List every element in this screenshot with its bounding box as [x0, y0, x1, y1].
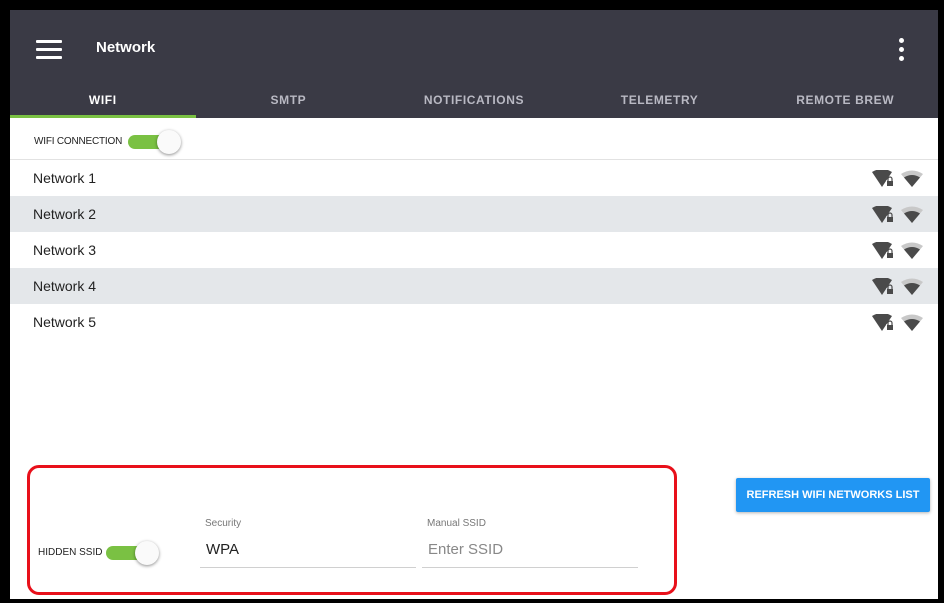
toggle-knob [157, 130, 181, 154]
tab-notifications[interactable]: NOTIFICATIONS [381, 85, 567, 118]
wifi-lock-icon [872, 278, 894, 295]
manual-ssid-input[interactable] [422, 533, 638, 568]
wifi-signal-icon [901, 206, 923, 223]
network-row[interactable]: Network 2 [10, 196, 938, 232]
security-label: Security [205, 518, 242, 529]
network-list: Network 1 Network 2 Network 3 Network 4 … [10, 160, 938, 340]
network-row[interactable]: Network 1 [10, 160, 938, 196]
wifi-lock-icon [872, 314, 894, 331]
network-row[interactable]: Network 5 [10, 304, 938, 340]
toggle-knob [135, 541, 159, 565]
wifi-signal-icon [901, 314, 923, 331]
security-input[interactable] [200, 533, 416, 568]
app-window: Network WIFI SMTP NOTIFICATIONS TELEMETR… [0, 0, 944, 603]
page-title: Network [96, 39, 156, 56]
wifi-lock-icon [872, 242, 894, 259]
wifi-connection-toggle[interactable] [128, 130, 181, 154]
tab-smtp[interactable]: SMTP [196, 85, 382, 118]
tab-bar: WIFI SMTP NOTIFICATIONS TELEMETRY REMOTE… [10, 85, 938, 118]
wifi-signal-icon [901, 170, 923, 187]
tab-wifi[interactable]: WIFI [10, 85, 196, 118]
network-name: Network 1 [33, 170, 97, 186]
hidden-ssid-label: HIDDEN SSID [38, 547, 103, 558]
manual-ssid-field: Manual SSID [422, 518, 638, 568]
wifi-connection-row: WIFI CONNECTION [10, 118, 938, 160]
app-bar: Network [10, 10, 938, 85]
wifi-lock-icon [872, 206, 894, 223]
hamburger-menu-icon[interactable] [36, 40, 62, 59]
wifi-signal-icon [901, 242, 923, 259]
more-options-icon[interactable] [899, 38, 905, 62]
wifi-lock-icon [872, 170, 894, 187]
network-name: Network 2 [33, 206, 97, 222]
manual-ssid-label: Manual SSID [427, 518, 486, 529]
network-name: Network 4 [33, 278, 97, 294]
refresh-wifi-networks-button[interactable]: REFRESH WIFI NETWORKS LIST [736, 478, 930, 512]
network-row[interactable]: Network 3 [10, 232, 938, 268]
network-name: Network 3 [33, 242, 97, 258]
hidden-ssid-toggle[interactable] [106, 541, 159, 565]
security-field: Security [200, 518, 416, 568]
wifi-signal-icon [901, 278, 923, 295]
tab-remote-brew[interactable]: REMOTE BREW [752, 85, 938, 118]
wifi-connection-label: WIFI CONNECTION [34, 136, 123, 147]
network-name: Network 5 [33, 314, 97, 330]
tab-telemetry[interactable]: TELEMETRY [567, 85, 753, 118]
network-row[interactable]: Network 4 [10, 268, 938, 304]
